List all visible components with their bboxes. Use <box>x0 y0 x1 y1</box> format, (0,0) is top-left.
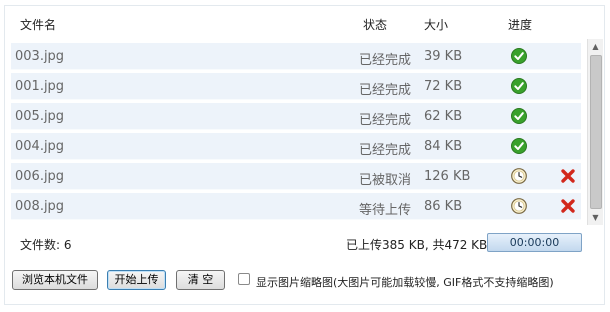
upload-stats: 已上传385 KB, 共472 KB <box>346 238 488 252</box>
file-status: 已经完成 <box>359 83 412 98</box>
check-icon <box>511 78 527 94</box>
file-status: 已被取消 <box>359 173 412 188</box>
check-icon <box>511 108 527 124</box>
file-size: 126 KB <box>424 169 471 184</box>
file-row: 001.jpg 已经完成 72 KB <box>11 73 581 100</box>
vertical-scrollbar[interactable]: ▲ ▼ <box>587 39 603 225</box>
browse-files-button[interactable]: 浏览本机文件 <box>12 270 98 290</box>
file-size: 39 KB <box>424 49 463 64</box>
scroll-down-arrow-icon[interactable]: ▼ <box>588 210 603 225</box>
check-icon <box>511 48 527 64</box>
file-status: 已经完成 <box>359 113 412 128</box>
column-header-status: 状态 <box>363 18 388 32</box>
file-size: 72 KB <box>424 79 463 94</box>
clear-button[interactable]: 清 空 <box>176 270 225 290</box>
column-header-name: 文件名 <box>20 18 57 32</box>
file-size: 62 KB <box>424 109 463 124</box>
file-name: 005.jpg <box>15 109 65 124</box>
check-icon <box>511 138 527 154</box>
file-list: 003.jpg 已经完成 39 KB 001.jpg 已经完成 72 KB 005.jpg 已… <box>11 43 583 225</box>
delete-icon[interactable] <box>560 168 576 184</box>
file-status: 已经完成 <box>359 143 412 158</box>
scrollbar-thumb[interactable] <box>590 55 602 209</box>
file-row: 005.jpg 已经完成 62 KB <box>11 103 581 130</box>
file-row: 008.jpg 等待上传 86 KB <box>11 193 581 220</box>
file-row: 006.jpg 已被取消 126 KB <box>11 163 581 190</box>
file-size: 84 KB <box>424 139 463 154</box>
column-header-progress: 进度 <box>508 18 533 32</box>
column-header-size: 大小 <box>424 18 449 32</box>
file-name: 001.jpg <box>15 79 65 94</box>
file-size: 86 KB <box>424 199 463 214</box>
show-thumbnails-checkbox[interactable] <box>238 273 250 285</box>
file-row: 003.jpg 已经完成 39 KB <box>11 43 581 70</box>
delete-icon[interactable] <box>560 198 576 214</box>
start-upload-button[interactable]: 开始上传 <box>107 270 166 290</box>
file-status: 等待上传 <box>359 203 412 218</box>
scroll-up-arrow-icon[interactable]: ▲ <box>588 39 603 54</box>
file-name: 008.jpg <box>15 199 65 214</box>
clock-icon <box>511 168 527 184</box>
file-name: 004.jpg <box>15 139 65 154</box>
file-status: 已经完成 <box>359 53 412 68</box>
clock-icon <box>511 198 527 214</box>
file-name: 003.jpg <box>15 49 65 64</box>
upload-timer: 00:00:00 <box>487 233 582 252</box>
file-count: 文件数: 6 <box>20 238 72 252</box>
show-thumbnails-label: 显示图片缩略图(大图片可能加载较慢, GIF格式不支持缩略图) <box>256 276 554 289</box>
file-name: 006.jpg <box>15 169 65 184</box>
file-row: 004.jpg 已经完成 84 KB <box>11 133 581 160</box>
